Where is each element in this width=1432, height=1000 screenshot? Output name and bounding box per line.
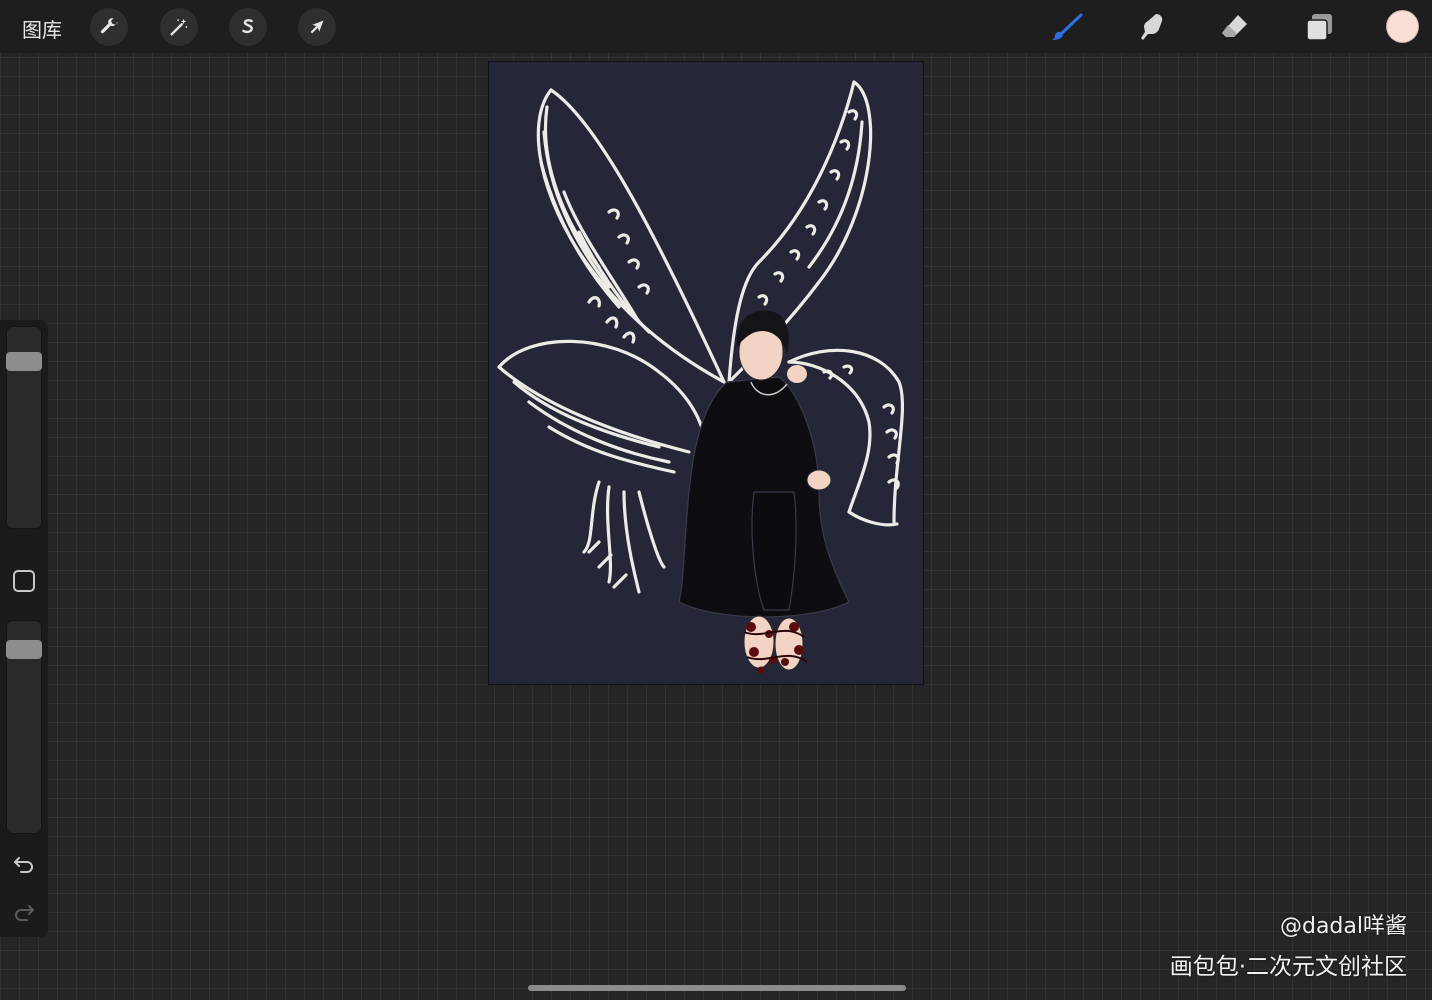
- artwork-lineart-winged-figure: [497, 80, 905, 674]
- modify-button[interactable]: [13, 570, 35, 592]
- transform-button[interactable]: [298, 8, 336, 46]
- undo-icon: [14, 857, 33, 873]
- adjustments-button[interactable]: [160, 8, 198, 46]
- gallery-button[interactable]: 图库: [22, 14, 62, 43]
- redo-icon: [15, 905, 34, 921]
- color-picker-button[interactable]: [1386, 10, 1419, 43]
- brush-tool-button[interactable]: [1048, 8, 1086, 46]
- layers-tool-button[interactable]: [1300, 8, 1338, 46]
- brush-size-thumb[interactable]: [6, 352, 42, 371]
- left-sidebar: [0, 320, 48, 937]
- smudge-tool-button[interactable]: [1132, 8, 1170, 46]
- opacity-thumb[interactable]: [6, 639, 42, 659]
- watermark-site: 画包包·二次元文创社区: [1169, 954, 1407, 980]
- redo-button[interactable]: [10, 900, 38, 924]
- brush-icon: [1052, 13, 1083, 40]
- smudge-finger-icon: [1141, 14, 1163, 40]
- eraser-tool-button[interactable]: [1216, 8, 1254, 46]
- undo-button[interactable]: [10, 852, 38, 876]
- home-indicator[interactable]: [528, 985, 906, 991]
- magic-wand-icon: [170, 18, 188, 36]
- watermark-author: @dadal咩酱: [1279, 914, 1407, 939]
- selection-s-icon: [242, 19, 253, 34]
- selection-button[interactable]: [229, 8, 267, 46]
- actions-button[interactable]: [90, 8, 128, 46]
- layers-icon: [1306, 14, 1332, 41]
- arrow-cursor-icon: [310, 20, 324, 34]
- top-toolbar: 图库: [0, 0, 1432, 53]
- eraser-icon: [1222, 15, 1247, 37]
- drawing-canvas[interactable]: [488, 61, 924, 685]
- wrench-icon: [100, 18, 118, 34]
